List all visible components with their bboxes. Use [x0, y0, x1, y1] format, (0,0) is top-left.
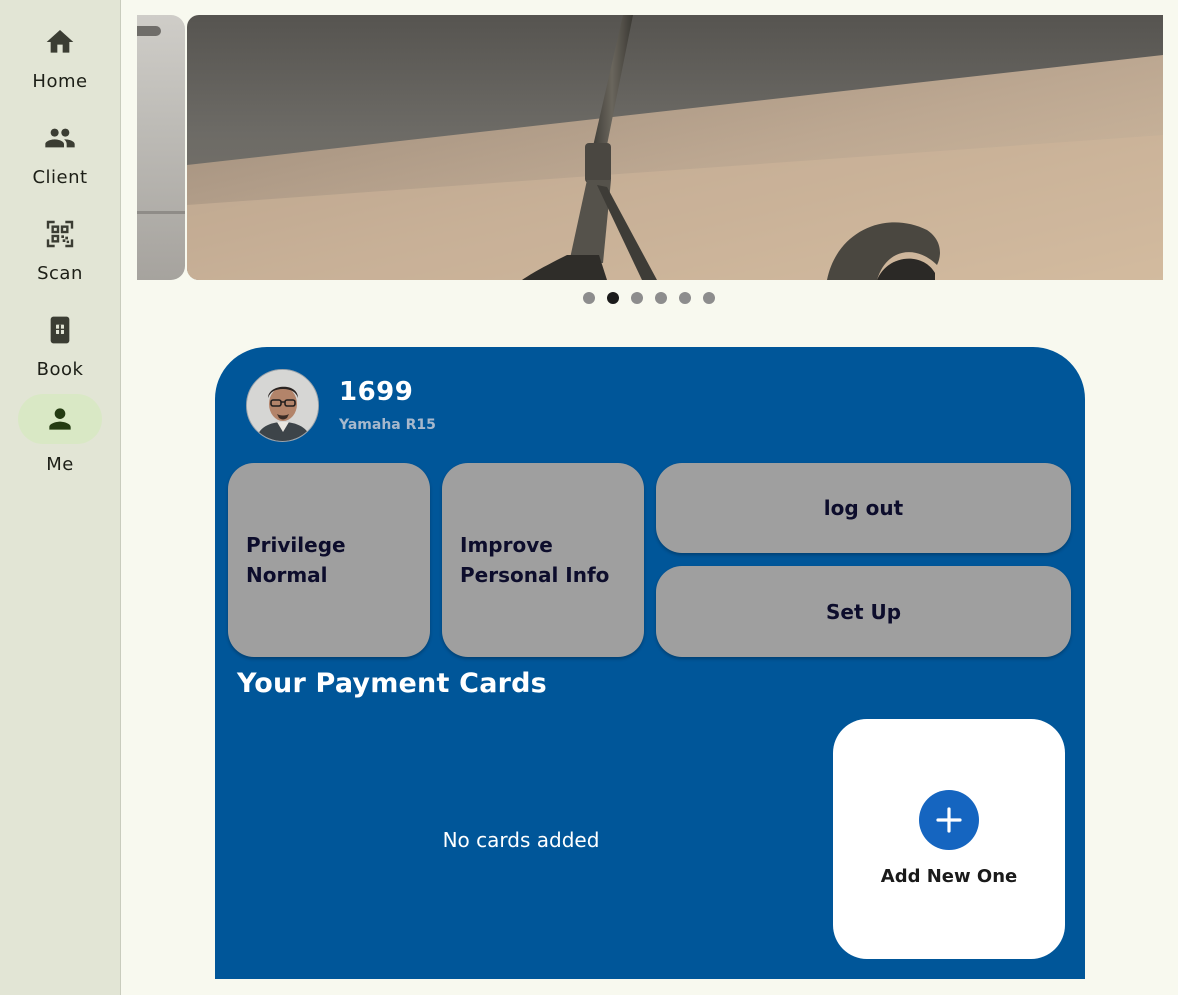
carousel-slide-previous[interactable] [137, 15, 185, 280]
scooter-photo [187, 15, 1163, 280]
scooter-handle-detail [137, 26, 161, 36]
carousel-dot-2[interactable] [607, 292, 619, 304]
image-carousel[interactable] [137, 15, 1163, 280]
nav-indicator [18, 211, 102, 257]
nav-label-book: Book [36, 359, 84, 380]
setup-label: Set Up [825, 599, 902, 624]
nav-indicator-active [18, 394, 102, 444]
nav-item-scan[interactable]: Scan [0, 209, 120, 301]
nav-label-client: Client [32, 167, 88, 188]
nav-item-book[interactable]: Book [0, 305, 120, 397]
carousel-slide-current[interactable] [187, 15, 1163, 280]
scooter-deck-seam [137, 211, 185, 214]
logout-button[interactable]: log out [656, 463, 1071, 553]
nav-item-home[interactable]: Home [0, 17, 120, 109]
user-vehicle: Yamaha R15 [339, 417, 436, 433]
personal-info-label: Personal Info [460, 563, 610, 587]
privilege-tile[interactable]: Privilege Normal [228, 463, 430, 657]
add-card-button[interactable]: Add New One [833, 719, 1065, 959]
people-icon [45, 128, 75, 148]
nav-label-me: Me [46, 454, 74, 475]
setup-button[interactable]: Set Up [656, 566, 1071, 657]
nav-item-me[interactable]: Me [0, 393, 120, 485]
plus-icon [936, 807, 962, 833]
avatar-photo [247, 370, 318, 441]
nav-indicator [18, 307, 102, 353]
home-icon [46, 30, 74, 53]
carousel-dot-1[interactable] [583, 292, 595, 304]
carousel-dot-4[interactable] [655, 292, 667, 304]
nav-indicator [18, 19, 102, 65]
profile-panel: 1699 Yamaha R15 Privilege Normal Improve… [215, 347, 1085, 979]
avatar[interactable] [246, 369, 319, 442]
payment-cards-title: Your Payment Cards [237, 668, 547, 699]
improve-info-tile[interactable]: Improve Personal Info [442, 463, 644, 657]
carousel-dot-5[interactable] [679, 292, 691, 304]
user-name: 1699 [339, 377, 414, 407]
carousel-dot-6[interactable] [703, 292, 715, 304]
nav-label-home: Home [32, 71, 88, 92]
add-card-label: Add New One [880, 866, 1018, 887]
improve-label: Improve [460, 533, 553, 557]
nav-label-scan: Scan [37, 263, 83, 284]
navigation-rail: Home Client Scan Book Me [0, 0, 121, 995]
no-cards-message: No cards added [442, 828, 600, 852]
carousel-indicator [583, 292, 715, 304]
qr-scan-icon [46, 220, 74, 248]
privilege-value: Normal [246, 563, 328, 587]
person-icon [49, 408, 71, 430]
add-circle [919, 790, 979, 850]
book-icon [50, 316, 70, 344]
carousel-dot-3[interactable] [631, 292, 643, 304]
privilege-label: Privilege [246, 533, 346, 557]
logout-label: log out [823, 496, 904, 520]
nav-item-client[interactable]: Client [0, 113, 120, 205]
nav-indicator [18, 115, 102, 161]
